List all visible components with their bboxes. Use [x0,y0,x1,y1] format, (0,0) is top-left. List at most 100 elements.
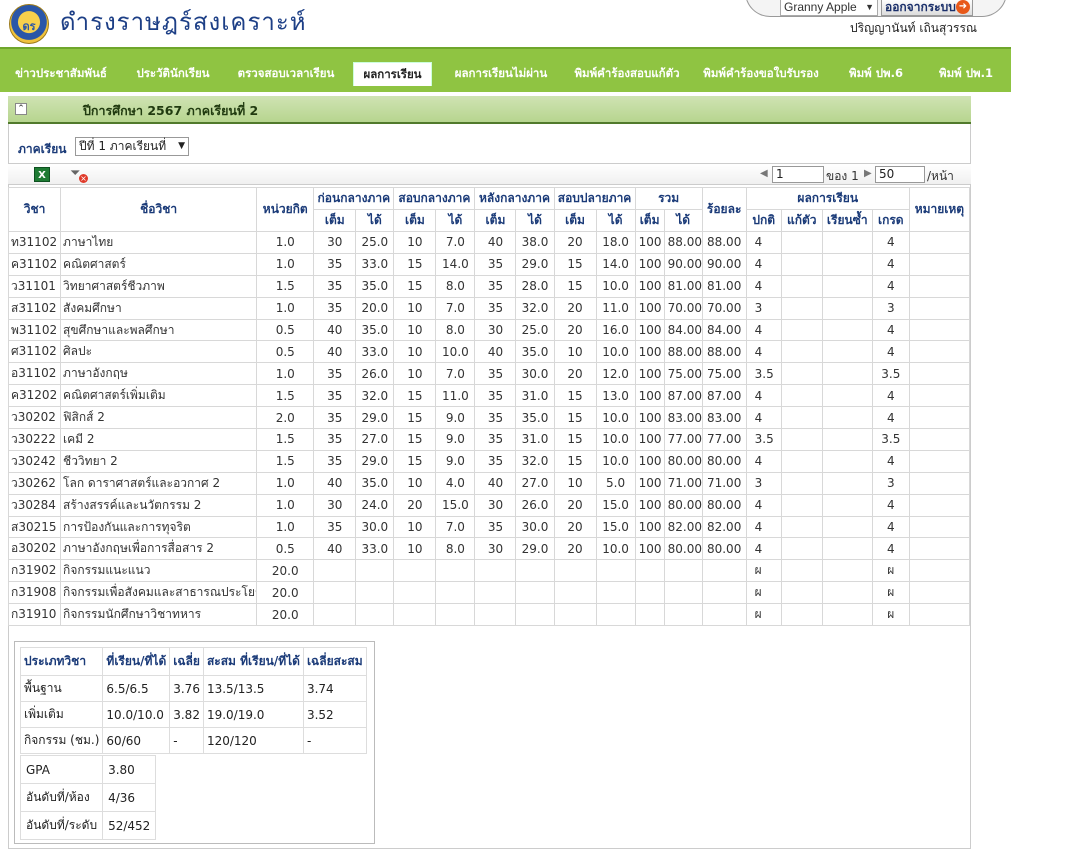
table-cell: 15 [393,428,437,451]
table-cell: ผ [745,581,782,605]
table-cell: 35.0 [355,318,395,342]
table-cell: 20.0 [256,603,315,627]
table-cell: 100 [634,296,665,320]
col-name[interactable]: ชื่อวิชา [60,187,258,232]
table-cell: 20 [553,296,597,320]
table-cell: 15 [393,252,437,276]
tab-print-retest-form[interactable]: พิมพ์คำร้องสอบแก้ตัว [566,62,688,86]
table-cell: 24.0 [355,493,395,517]
table-cell: 20 [553,362,597,386]
table-cell: 100 [634,318,665,342]
chevron-down-icon: ▼ [865,2,874,12]
tab-attendance[interactable]: ตรวจสอบเวลาเรียน [232,62,340,86]
table-row: ส31102 สังคมศึกษา 1.0 35 20.0 10 7.0 35 32.0 20 11… [7,296,971,320]
table-cell [908,428,971,451]
table-cell [780,537,823,561]
col-percent[interactable]: ร้อยละ [701,187,747,232]
table-cell: 4 [871,340,910,364]
table-cell: 10.0 [595,428,636,451]
tab-student-profile[interactable]: ประวัตินักเรียน [126,62,220,86]
summary-header: สะสม ที่เรียน/ที่ได้ [202,647,304,676]
gpa-row: GPA 3.80 [19,755,157,784]
table-cell [780,406,823,430]
table-cell: 100 [634,362,665,386]
table-cell: ศ31102 [7,340,62,364]
table-cell [821,471,873,495]
tab-failed-results[interactable]: ผลการเรียนไม่ผ่าน [444,62,558,86]
table-cell: 100 [634,537,665,561]
tab-print-certificate-form[interactable]: พิมพ์คำร้องขอใบรับรอง [698,62,824,86]
clear-filter-icon[interactable]: ⏷ × [70,166,88,183]
logout-button[interactable]: ออกจากระบบ ➜ [881,0,973,16]
table-cell: 4 [871,384,910,408]
table-cell: 5.0 [595,471,636,495]
user-select[interactable]: Granny Apple ▼ [780,0,878,16]
collapse-icon[interactable]: ⌃ [15,103,27,115]
table-cell [355,559,395,583]
table-cell: 30.0 [355,515,395,539]
gpa-cell: อันดับที่/ห้อง [19,783,104,812]
table-cell: 4 [745,384,782,408]
tab-print-pp6[interactable]: พิมพ์ ปพ.6 [838,62,914,86]
table-cell [821,581,873,605]
table-cell: ว30202 [7,406,62,430]
tab-print-pp1[interactable]: พิมพ์ ปพ.1 [928,62,1004,86]
table-cell: 70.00 [663,296,703,320]
table-cell: 88.00 [663,340,703,364]
table-cell: 4 [745,406,782,430]
table-cell: 1.0 [256,493,315,517]
excel-export-icon[interactable]: X [34,167,50,182]
term-select[interactable]: ปีที่ 1 ภาคเรียนที่ ▼ [75,137,189,156]
table-cell: 4.0 [435,471,476,495]
table-cell [435,581,476,605]
table-cell: 10 [393,471,437,495]
summary-cell: กิจกรรม (ชม.) [19,727,104,754]
table-cell: 0.5 [256,537,315,561]
table-cell: 1.5 [256,449,315,473]
pager-prev-icon[interactable]: ◀ [760,168,768,179]
col-got: ได้ [515,209,555,232]
table-cell: 82.00 [663,515,703,539]
table-cell: 38.0 [515,231,555,254]
table-cell [821,362,873,386]
pager-of-label: ของ 1 [826,169,859,183]
col-credit[interactable]: หน่วยกิต [256,187,315,232]
summary-cell: เพิ่มเติม [19,701,104,728]
table-cell: 80.00 [701,449,747,473]
term-select-value: ปีที่ 1 ภาคเรียนที่ [79,139,167,153]
table-cell: 20.0 [355,296,395,320]
col-code[interactable]: วิชา [7,187,62,232]
tab-news[interactable]: ข่าวประชาสัมพันธ์ [8,62,114,86]
summary-row: เพิ่มเติม 10.0/10.0 3.82 19.0/19.0 3.52 [19,701,367,728]
pager-next-icon[interactable]: ▶ [864,168,872,179]
table-cell: 20 [553,493,597,517]
table-cell: สังคมศึกษา [60,296,258,320]
table-cell: คณิตศาสตร์เพิ่มเติม [60,384,258,408]
pager-page-input[interactable]: 1 [772,166,824,183]
user-select-value: Granny Apple [784,0,857,14]
table-cell: 90.00 [663,252,703,276]
table-cell: ภาษาไทย [60,231,258,254]
table-cell: 0.5 [256,340,315,364]
table-cell: 100 [634,493,665,517]
table-cell: 1.0 [256,231,315,254]
col-total: รวม [634,187,703,210]
table-cell [595,581,636,605]
table-cell [701,603,747,627]
pager-size-input[interactable]: 50 [875,166,925,183]
table-cell: 84.00 [663,318,703,342]
tab-results[interactable]: ผลการเรียน [353,62,432,86]
table-cell: 35 [313,362,357,386]
table-cell: 71.00 [701,471,747,495]
table-cell: 8.0 [435,318,476,342]
table-cell: 10.0 [595,406,636,430]
table-cell: 4 [871,406,910,430]
table-cell [435,559,476,583]
table-cell [908,384,971,408]
summary-cell: 6.5/6.5 [102,675,171,702]
table-cell: 33.0 [355,252,395,276]
table-cell: 9.0 [435,428,476,451]
table-cell [393,603,437,627]
table-cell: 31.0 [515,428,555,451]
table-cell: 80.00 [701,537,747,561]
